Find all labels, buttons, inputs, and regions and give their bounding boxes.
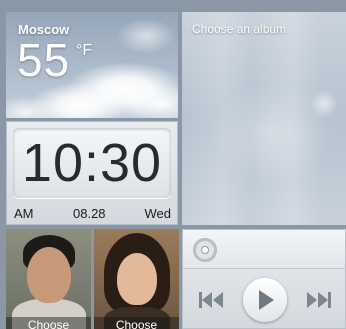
clock-ampm: AM (14, 206, 34, 221)
album-label: Choose an album (192, 22, 287, 36)
contact-label: Choose (6, 317, 91, 329)
photo-album-widget[interactable]: Choose an album (182, 12, 346, 225)
next-track-icon (307, 292, 331, 308)
next-track-button[interactable] (305, 288, 333, 312)
weather-widget[interactable]: Moscow 55 °F (6, 12, 178, 118)
contact-label: Choose (94, 317, 179, 329)
contact-tile-1[interactable]: Choose (6, 229, 91, 329)
clock-face: 10:30 (13, 128, 171, 198)
play-button[interactable] (243, 278, 287, 322)
previous-track-icon (199, 292, 223, 308)
previous-track-button[interactable] (197, 288, 225, 312)
contact-photo-face (27, 247, 71, 303)
clock-date: 08.28 (73, 206, 106, 221)
contact-photo-face (117, 253, 157, 305)
music-info-bar[interactable] (183, 230, 345, 269)
weather-unit: °F (76, 42, 93, 59)
contact-tile-2[interactable]: Choose (94, 229, 179, 329)
clock-widget[interactable]: 10:30 AM 08.28 Wed (6, 121, 178, 225)
clock-time: 10:30 (21, 133, 163, 193)
clock-day: Wed (144, 206, 172, 221)
play-icon (259, 290, 274, 310)
disc-icon (193, 238, 217, 262)
weather-temperature: 55 (17, 34, 71, 86)
music-player-widget (182, 229, 346, 329)
